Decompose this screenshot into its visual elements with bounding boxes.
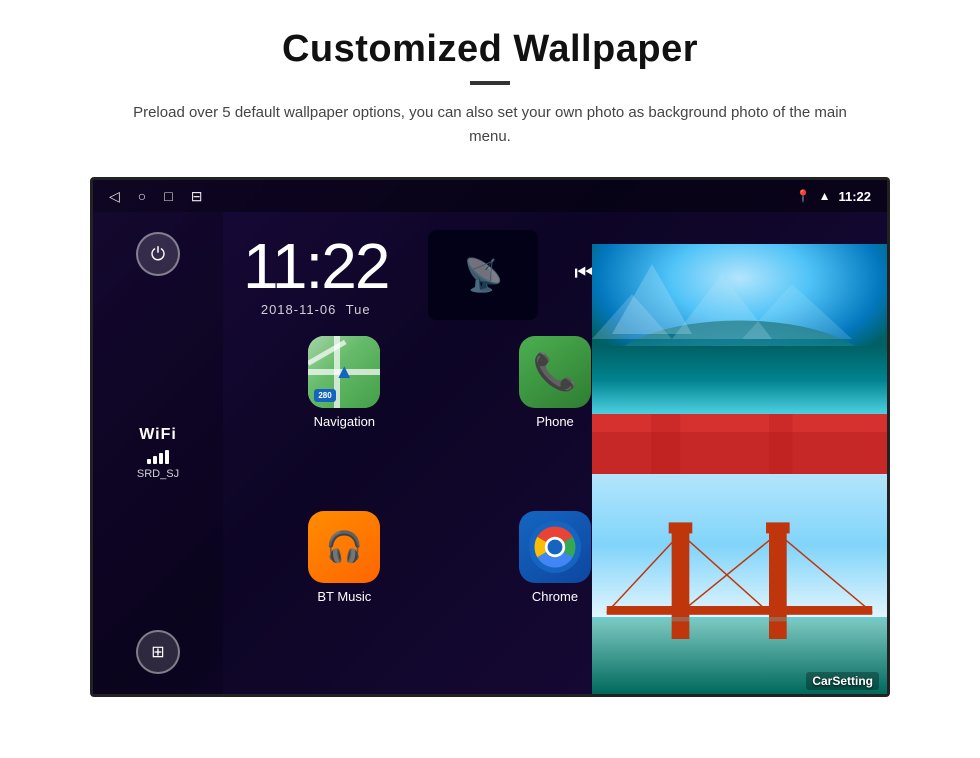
- signal-icon: ▲: [819, 189, 831, 203]
- phone-icon: 📞: [519, 336, 591, 408]
- wifi-info: WiFi SRD_SJ: [137, 426, 179, 480]
- navigation-icon: 280 ▲: [308, 336, 380, 408]
- page-wrapper: Customized Wallpaper Preload over 5 defa…: [0, 0, 980, 758]
- clock-time: 11:22: [243, 234, 388, 298]
- wifi-bar-3: [159, 453, 163, 464]
- android-screen-container: ◁ ○ □ ⊟ 📍 ▲ 11:22 ⏻ WiFi: [90, 177, 890, 697]
- wifi-bars: [137, 448, 179, 464]
- home-icon[interactable]: ○: [138, 188, 146, 204]
- status-right: 📍 ▲ 11:22: [796, 189, 871, 204]
- nav-badge: 280: [314, 389, 335, 402]
- power-button[interactable]: ⏻: [136, 232, 180, 276]
- page-title: Customized Wallpaper: [60, 28, 920, 71]
- wallpaper-panel: CarSetting: [592, 244, 887, 694]
- wallpaper-strip: [592, 414, 887, 474]
- bt-music-icon: 🎧: [308, 511, 380, 583]
- recent-icon[interactable]: □: [164, 188, 172, 204]
- status-time: 11:22: [838, 189, 871, 204]
- back-icon[interactable]: ◁: [109, 188, 120, 205]
- app-navigation[interactable]: 280 ▲ Navigation: [243, 336, 446, 503]
- camera-icon[interactable]: ⊟: [191, 188, 203, 205]
- wifi-bar-2: [153, 456, 157, 464]
- main-content: ⏻ WiFi SRD_SJ ⊞: [93, 212, 887, 694]
- location-icon: 📍: [796, 189, 811, 203]
- status-bar: ◁ ○ □ ⊟ 📍 ▲ 11:22: [93, 180, 887, 212]
- nav-icons: ◁ ○ □ ⊟: [109, 188, 202, 205]
- wifi-ssid: SRD_SJ: [137, 468, 179, 480]
- wifi-label: WiFi: [137, 426, 179, 444]
- media-icon: 📡: [463, 256, 503, 294]
- header: Customized Wallpaper Preload over 5 defa…: [0, 0, 980, 159]
- app-label-chrome: Chrome: [532, 589, 578, 604]
- strip-content: [592, 414, 887, 474]
- wallpaper-bridge[interactable]: CarSetting: [592, 474, 887, 694]
- app-bt-music[interactable]: 🎧 BT Music: [243, 511, 446, 678]
- title-divider: [470, 81, 510, 85]
- headphone-icon: 🎧: [326, 530, 363, 565]
- carsetting-label: CarSetting: [806, 672, 879, 690]
- subtitle: Preload over 5 default wallpaper options…: [120, 101, 860, 149]
- app-label-bt-music: BT Music: [317, 589, 371, 604]
- nav-arrow: ▲: [334, 361, 354, 384]
- media-widget: 📡: [428, 230, 538, 320]
- clock-date: 2018-11-06 Tue: [243, 302, 388, 317]
- wifi-bar-1: [147, 459, 151, 464]
- chrome-icon: [519, 511, 591, 583]
- app-label-navigation: Navigation: [314, 414, 375, 429]
- clock-display: 11:22 2018-11-06 Tue: [243, 234, 388, 317]
- wifi-bar-4: [165, 450, 169, 464]
- all-apps-button[interactable]: ⊞: [136, 630, 180, 674]
- bridge-scene-image: [592, 474, 887, 694]
- wallpaper-ice-cave[interactable]: [592, 244, 887, 414]
- ice-cave-image: [592, 244, 887, 414]
- android-screen: ◁ ○ □ ⊟ 📍 ▲ 11:22 ⏻ WiFi: [93, 180, 887, 694]
- app-label-phone: Phone: [536, 414, 574, 429]
- sidebar: ⏻ WiFi SRD_SJ ⊞: [93, 212, 223, 694]
